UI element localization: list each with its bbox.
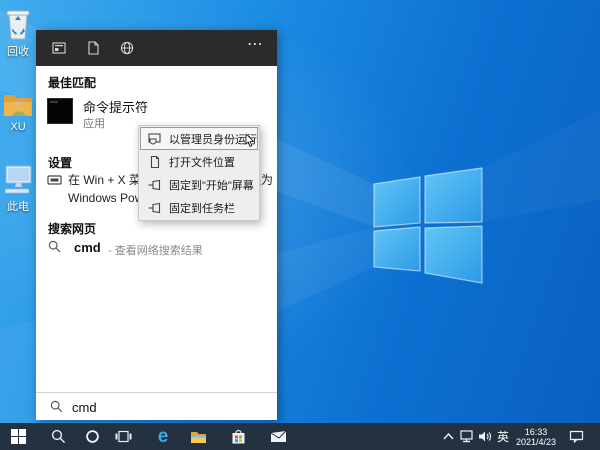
chevron-up-icon	[443, 433, 454, 440]
search-icon	[50, 400, 63, 413]
menu-item-pin-to-taskbar[interactable]: 固定到任务栏	[140, 196, 258, 219]
recycle-bin-icon	[3, 6, 33, 42]
tray-date: 2021/4/23	[516, 437, 556, 447]
start-button[interactable]	[6, 423, 30, 450]
menu-item-label: 固定到"开始"屏幕	[169, 177, 254, 193]
cortana-button[interactable]	[80, 423, 104, 450]
web-search-hint: - 查看网络搜索结果	[108, 242, 203, 258]
task-view-button[interactable]	[111, 423, 135, 450]
store-button[interactable]	[226, 423, 250, 450]
run-as-admin-icon	[148, 132, 162, 146]
pin-to-start-icon	[148, 178, 162, 192]
menu-item-run-as-admin[interactable]: 以管理员身份运行	[140, 127, 258, 150]
menu-item-label: 打开文件位置	[169, 154, 235, 170]
result-title: 命令提示符	[83, 97, 148, 116]
desktop-icon-this-pc[interactable]: 此电	[0, 163, 36, 214]
edge-icon: e	[158, 427, 169, 446]
mouse-cursor-icon	[245, 134, 255, 147]
more-options-button[interactable]: ⋯	[247, 34, 265, 54]
desktop-icon-label: 回收	[0, 43, 36, 59]
desktop-screen: 回收 XU 此电	[0, 0, 600, 450]
search-box	[36, 392, 277, 420]
tray-clock[interactable]: 16:33 2021/4/23	[510, 423, 562, 450]
windows-start-icon	[11, 429, 26, 444]
file-explorer-icon	[190, 430, 207, 444]
command-prompt-icon	[47, 98, 73, 124]
taskbar-search-button[interactable]	[46, 423, 70, 450]
action-center-button[interactable]	[564, 423, 588, 450]
menu-item-label: 以管理员身份运行	[169, 131, 257, 147]
store-icon	[231, 429, 246, 445]
open-file-location-icon	[148, 155, 162, 169]
menu-item-open-file-location[interactable]: 打开文件位置	[140, 150, 258, 173]
search-input[interactable]	[72, 397, 262, 417]
settings-section-label: 设置	[48, 154, 72, 171]
mail-button[interactable]	[266, 423, 290, 450]
volume-icon	[478, 430, 492, 443]
search-panel-header: ⋯	[36, 30, 277, 66]
menu-item-pin-to-start[interactable]: 固定到"开始"屏幕	[140, 173, 258, 196]
web-search-query: cmd	[74, 240, 101, 255]
desktop-icon-label: 此电	[0, 198, 36, 214]
menu-item-label: 固定到任务栏	[169, 200, 235, 216]
tray-time: 16:33	[525, 427, 548, 437]
display-settings-icon	[47, 175, 62, 187]
user-folder-icon	[2, 90, 34, 120]
apps-tab-icon[interactable]	[52, 41, 66, 55]
search-icon	[48, 240, 61, 253]
pin-to-taskbar-icon	[148, 201, 162, 215]
desktop-icon-label: XU	[0, 121, 36, 133]
cortana-icon	[85, 429, 100, 444]
this-pc-icon	[2, 163, 34, 197]
desktop-icon-recycle-bin[interactable]: 回收	[0, 6, 36, 59]
best-match-section-label: 最佳匹配	[48, 74, 96, 91]
mail-icon	[270, 430, 287, 443]
web-search-section-label: 搜索网页	[48, 220, 96, 237]
taskbar: e	[0, 423, 600, 450]
web-tab-icon[interactable]	[120, 41, 134, 55]
file-explorer-button[interactable]	[186, 423, 210, 450]
task-view-icon	[115, 430, 132, 443]
web-search-result-row[interactable]: cmd - 查看网络搜索结果	[36, 236, 277, 262]
search-flyout-panel: ⋯ 最佳匹配 命令提示符 应用 设置 在 Win + X 菜单中将命令提示符替换…	[36, 30, 277, 420]
desktop-icon-user-folder[interactable]: XU	[0, 90, 36, 133]
documents-tab-icon[interactable]	[86, 41, 100, 55]
result-type: 应用	[83, 115, 105, 131]
action-center-icon	[569, 430, 584, 444]
edge-button[interactable]: e	[151, 423, 175, 450]
context-menu: 以管理员身份运行 打开文件位置 固定到"开始"屏幕 固定到任务栏	[138, 125, 260, 221]
ime-language-label: 英	[497, 428, 509, 445]
search-icon	[51, 429, 66, 444]
